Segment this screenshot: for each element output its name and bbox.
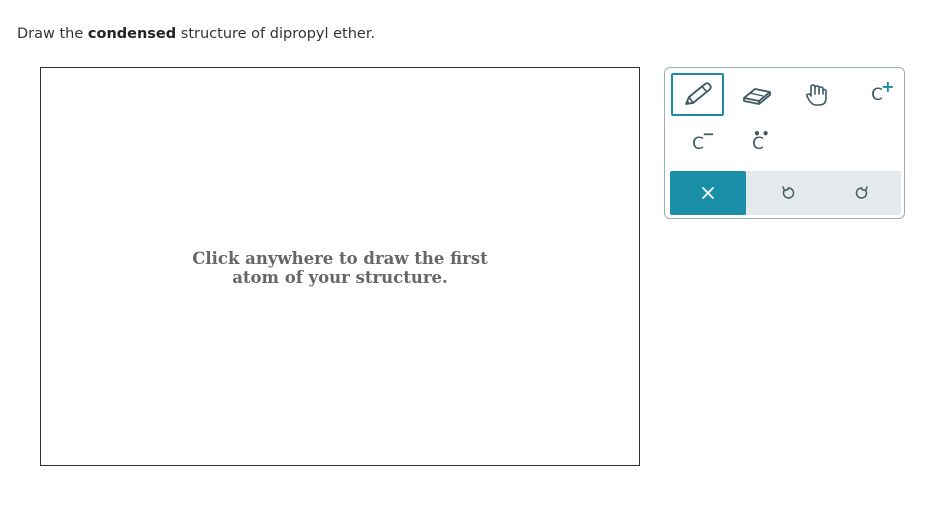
eraser-icon <box>743 88 771 105</box>
hand-icon <box>806 84 827 106</box>
question-prefix: Draw the <box>17 26 88 42</box>
cplus-label: C + <box>871 78 894 104</box>
question-suffix: structure of dipropyl ether. <box>176 26 376 42</box>
carbanion-tool-button[interactable]: C − <box>681 126 715 162</box>
lone-pair-dots: •• <box>753 126 771 141</box>
canvas-hint: Click anywhere to draw the first atom of… <box>41 249 639 287</box>
drawing-canvas[interactable]: Click anywhere to draw the first atom of… <box>40 67 640 466</box>
redo-button[interactable] <box>842 171 882 215</box>
canvas-hint-line-1: Click anywhere to draw the first <box>192 249 488 268</box>
pencil-icon <box>684 81 712 105</box>
action-bar <box>670 171 901 215</box>
undo-icon <box>782 186 795 199</box>
lone-pair-tool-button[interactable]: •• C <box>741 126 775 162</box>
eraser-tool-button[interactable] <box>741 76 773 114</box>
redo-icon <box>855 186 868 199</box>
lonepair-label: •• C <box>752 128 769 153</box>
carbocation-tool-button[interactable]: C + <box>861 76 894 114</box>
minus-charge: − <box>702 124 715 143</box>
pencil-tool-button[interactable] <box>671 73 724 116</box>
undo-button[interactable] <box>768 171 808 215</box>
question-text: Draw the condensed structure of dipropyl… <box>17 26 375 42</box>
close-icon <box>702 187 714 199</box>
plus-charge: + <box>881 76 895 96</box>
drawing-toolbar: C + C − •• C <box>664 67 905 219</box>
canvas-hint-line-2: atom of your structure. <box>232 268 448 287</box>
hand-tool-button[interactable] <box>801 76 833 114</box>
clear-button[interactable] <box>670 171 746 215</box>
question-emphasis: condensed <box>87 26 177 42</box>
cminus-label: C − <box>692 126 715 153</box>
